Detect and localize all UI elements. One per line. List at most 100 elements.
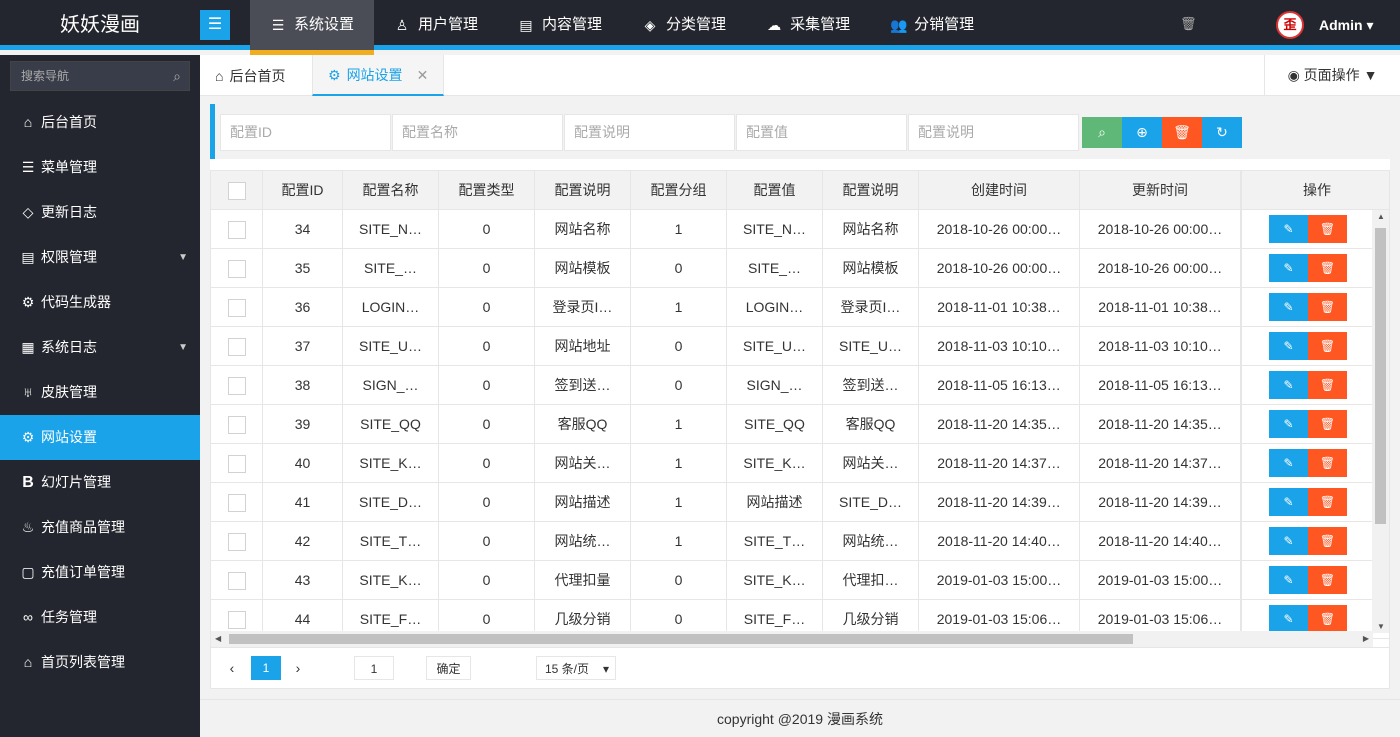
filter-config-value-input[interactable]: 配置值 (736, 114, 907, 151)
sidebar-item-home-lists[interactable]: ⌂ 首页列表管理 (0, 640, 200, 685)
avatar[interactable]: 歪 (1276, 11, 1304, 39)
row-checkbox[interactable] (211, 288, 263, 327)
goto-page-input[interactable]: 1 (354, 656, 394, 680)
delete-row-button[interactable]: 🗑 (1308, 605, 1347, 633)
page-1-button[interactable]: 1 (251, 656, 281, 680)
sidebar-item-tasks[interactable]: ∞ 任务管理 (0, 595, 200, 640)
filter-config-id-input[interactable]: 配置ID (220, 114, 391, 151)
table-row[interactable]: 42 SITE_T… 0 网站统… 1 SITE_T… 网站统… 2018-11-20 14:… (211, 522, 1389, 561)
top-nav-item-distribution[interactable]: 👥 分销管理 (870, 0, 994, 50)
table-row[interactable]: 35 SITE_… 0 网站模板 0 SITE_… 网站模板 2018-10-26 00:00… (211, 249, 1389, 288)
column-header[interactable]: 创建时间 (919, 171, 1080, 210)
delete-row-button[interactable]: 🗑 (1308, 254, 1347, 282)
filter-config-desc2-input[interactable]: 配置说明 (908, 114, 1079, 151)
horizontal-scrollbar[interactable]: ◀ ▶ (211, 631, 1373, 647)
row-checkbox[interactable] (211, 483, 263, 522)
column-header[interactable]: 配置值 (727, 171, 823, 210)
edit-button[interactable]: ✎ (1269, 332, 1308, 360)
prev-page-icon[interactable]: ‹ (225, 656, 239, 680)
user-menu[interactable]: Admin ▾ (1319, 0, 1373, 50)
edit-button[interactable]: ✎ (1269, 371, 1308, 399)
search-nav-input[interactable]: 搜索导航 ⌕ (10, 61, 190, 91)
filter-config-desc-input[interactable]: 配置说明 (564, 114, 735, 151)
sidebar-item-site-settings[interactable]: ⚙ 网站设置 (0, 415, 200, 460)
close-icon[interactable]: ✕ (417, 55, 429, 95)
delete-row-button[interactable]: 🗑 (1308, 488, 1347, 516)
table-row[interactable]: 39 SITE_QQ 0 客服QQ 1 SITE_QQ 客服QQ 2018-11-20 14:… (211, 405, 1389, 444)
sidebar-item-syslog[interactable]: ▦ 系统日志 ▼ (0, 325, 200, 370)
sidebar-item-recharge-orders[interactable]: ▢ 充值订单管理 (0, 550, 200, 595)
row-checkbox[interactable] (211, 249, 263, 288)
edit-button[interactable]: ✎ (1269, 449, 1308, 477)
row-checkbox[interactable] (211, 444, 263, 483)
tab-home[interactable]: ⌂ 后台首页 (200, 55, 300, 96)
sidebar-item-slides[interactable]: B 幻灯片管理 (0, 460, 200, 505)
top-nav-item-content[interactable]: ▤ 内容管理 (498, 0, 622, 50)
vertical-scroll-thumb[interactable] (1375, 228, 1386, 524)
table-row[interactable]: 37 SITE_U… 0 网站地址 0 SITE_U… SITE_U… 2018-11-03 … (211, 327, 1389, 366)
table-row[interactable]: 38 SIGN_… 0 签到送… 0 SIGN_… 签到送… 2018-11-05 16:13… (211, 366, 1389, 405)
edit-button[interactable]: ✎ (1269, 566, 1308, 594)
row-checkbox[interactable] (211, 366, 263, 405)
sidebar-item-permissions[interactable]: ▤ 权限管理 ▼ (0, 235, 200, 280)
sidebar-item-skin[interactable]: ♅ 皮肤管理 (0, 370, 200, 415)
next-page-icon[interactable]: › (291, 656, 305, 680)
page-ops-menu[interactable]: ◉ 页面操作 ▼ (1264, 55, 1400, 96)
edit-button[interactable]: ✎ (1269, 215, 1308, 243)
table-row[interactable]: 36 LOGIN… 0 登录页I… 1 LOGIN… 登录页I… 2018-11-01 10:… (211, 288, 1389, 327)
column-header[interactable]: 配置类型 (439, 171, 535, 210)
delete-row-button[interactable]: 🗑 (1308, 449, 1347, 477)
delete-row-button[interactable]: 🗑 (1308, 371, 1347, 399)
clear-cache-icon[interactable]: 🗑 (1180, 16, 1197, 32)
top-nav-item-system-settings[interactable]: ☰ 系统设置 (250, 0, 375, 55)
top-nav-item-users[interactable]: ♙ 用户管理 (374, 0, 498, 50)
sidebar-item-home[interactable]: ⌂ 后台首页 (0, 100, 200, 145)
app-logo[interactable]: 妖妖漫画 (0, 0, 200, 50)
column-header[interactable]: 配置ID (263, 171, 343, 210)
column-header[interactable]: 配置分组 (631, 171, 727, 210)
sidebar-item-menu[interactable]: ☰ 菜单管理 (0, 145, 200, 190)
refresh-button[interactable]: ↻ (1202, 117, 1242, 148)
table-row[interactable]: 43 SITE_K… 0 代理扣量 0 SITE_K… 代理扣… 2019-01-03 15:… (211, 561, 1389, 600)
vertical-scrollbar[interactable]: ▲ ▼ (1372, 210, 1389, 633)
delete-row-button[interactable]: 🗑 (1308, 215, 1347, 243)
edit-button[interactable]: ✎ (1269, 605, 1308, 633)
add-button[interactable]: ⊕ (1122, 117, 1162, 148)
row-checkbox[interactable] (211, 405, 263, 444)
top-nav-item-category[interactable]: ◈ 分类管理 (622, 0, 746, 50)
column-header[interactable]: 更新时间 (1080, 171, 1241, 210)
search-button[interactable]: ⌕ (1082, 117, 1122, 148)
table-row[interactable]: 41 SITE_D… 0 网站描述 1 网站描述 SITE_D… 2018-11-20 14:… (211, 483, 1389, 522)
edit-button[interactable]: ✎ (1269, 527, 1308, 555)
delete-row-button[interactable]: 🗑 (1308, 332, 1347, 360)
sidebar-item-recharge-products[interactable]: ♨ 充值商品管理 (0, 505, 200, 550)
column-header[interactable]: 配置说明 (823, 171, 919, 210)
row-checkbox[interactable] (211, 210, 263, 249)
goto-confirm-button[interactable]: 确定 (426, 656, 471, 680)
select-all-checkbox[interactable] (211, 171, 263, 210)
delete-row-button[interactable]: 🗑 (1308, 410, 1347, 438)
menu-toggle-icon[interactable]: ☰ (200, 10, 230, 40)
edit-button[interactable]: ✎ (1269, 488, 1308, 516)
column-header[interactable]: 配置名称 (343, 171, 439, 210)
delete-row-button[interactable]: 🗑 (1308, 566, 1347, 594)
row-checkbox[interactable] (211, 327, 263, 366)
table-row[interactable]: 40 SITE_K… 0 网站关… 1 SITE_K… 网站关… 2018-11-20 14:… (211, 444, 1389, 483)
delete-row-button[interactable]: 🗑 (1308, 527, 1347, 555)
row-checkbox[interactable] (211, 522, 263, 561)
edit-button[interactable]: ✎ (1269, 293, 1308, 321)
row-checkbox[interactable] (211, 561, 263, 600)
filter-config-name-input[interactable]: 配置名称 (392, 114, 563, 151)
horizontal-scroll-thumb[interactable] (229, 634, 1133, 644)
edit-button[interactable]: ✎ (1269, 254, 1308, 282)
edit-button[interactable]: ✎ (1269, 410, 1308, 438)
page-size-select[interactable]: 15 条/页 ▾ (536, 656, 616, 680)
top-nav-item-collect[interactable]: ☁ 采集管理 (746, 0, 870, 50)
table-row[interactable]: 34 SITE_N… 0 网站名称 1 SITE_N… 网站名称 2018-10-26 00:… (211, 210, 1389, 249)
tab-site-settings[interactable]: ⚙ 网站设置 ✕ (312, 55, 445, 96)
sidebar-item-codegen[interactable]: ⚙ 代码生成器 (0, 280, 200, 325)
sidebar-item-changelog[interactable]: ◇ 更新日志 (0, 190, 200, 235)
column-header[interactable]: 配置说明 (535, 171, 631, 210)
delete-button[interactable]: 🗑 (1162, 117, 1202, 148)
delete-row-button[interactable]: 🗑 (1308, 293, 1347, 321)
